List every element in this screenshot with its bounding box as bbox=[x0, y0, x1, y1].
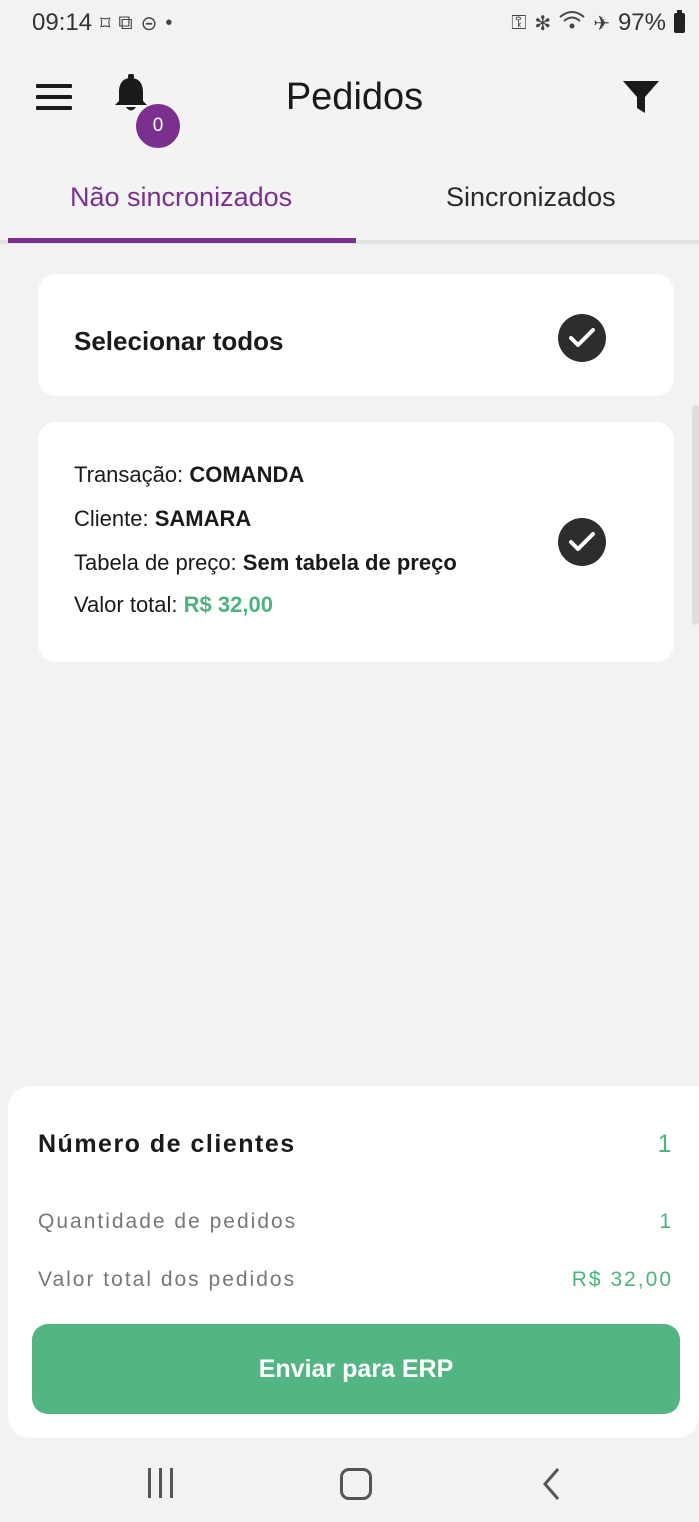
select-all-check-icon[interactable] bbox=[558, 314, 606, 362]
do-not-disturb-icon: ⊝ bbox=[140, 12, 158, 35]
tabs: Não sincronizados Sincronizados bbox=[0, 152, 699, 244]
tabela-label: Tabela de preço: bbox=[74, 550, 243, 575]
clientes-value: 1 bbox=[657, 1130, 673, 1158]
status-bar: 09:14 ⌑ ⧉ ⊝ • ⚿ ✻ ✈ 97% bbox=[0, 0, 699, 46]
pedidos-label: Quantidade de pedidos bbox=[38, 1210, 298, 1233]
bluetooth-icon: ✻ bbox=[534, 12, 552, 35]
select-all-card[interactable]: Selecionar todos bbox=[38, 274, 674, 396]
battery-percent: 97% bbox=[617, 9, 666, 36]
battery-icon bbox=[674, 10, 685, 33]
airplane-icon: ✈ bbox=[593, 12, 610, 35]
valor-total-label: Valor total dos pedidos bbox=[38, 1268, 297, 1291]
order-card[interactable]: Transação: COMANDA Cliente: SAMARA Tabel… bbox=[38, 422, 674, 662]
app-bar: 0 Pedidos bbox=[0, 46, 699, 152]
system-nav-bar bbox=[0, 1438, 699, 1522]
order-transacao: Transação: COMANDA bbox=[74, 462, 304, 488]
cliente-value: SAMARA bbox=[154, 506, 252, 531]
order-tabela: Tabela de preço: Sem tabela de preço bbox=[74, 550, 457, 576]
summary-pedidos-row: Quantidade de pedidos 1 bbox=[38, 1210, 673, 1234]
home-icon[interactable] bbox=[340, 1468, 372, 1500]
summary-valor-row: Valor total dos pedidos R$ 32,00 bbox=[38, 1268, 673, 1292]
filter-icon[interactable] bbox=[622, 80, 660, 116]
back-icon[interactable] bbox=[540, 1466, 564, 1502]
wifi-icon bbox=[559, 10, 585, 36]
pedidos-value: 1 bbox=[659, 1210, 673, 1233]
select-all-label: Selecionar todos bbox=[74, 326, 284, 356]
recents-icon[interactable] bbox=[146, 1468, 178, 1500]
screenshot-icon: ⌑ bbox=[100, 12, 111, 35]
valor-total-value: R$ 32,00 bbox=[571, 1268, 673, 1291]
order-check-icon[interactable] bbox=[558, 518, 606, 566]
valor-value: R$ 32,00 bbox=[183, 592, 273, 617]
tab-indicator bbox=[8, 238, 356, 243]
tab-sincronizados[interactable]: Sincronizados bbox=[446, 182, 616, 213]
cast-icon: ⧉ bbox=[118, 11, 133, 34]
status-left: 09:14 ⌑ ⧉ ⊝ • bbox=[32, 9, 172, 37]
clientes-label: Número de clientes bbox=[38, 1130, 296, 1158]
order-cliente: Cliente: SAMARA bbox=[74, 506, 251, 532]
send-to-erp-button[interactable]: Enviar para ERP bbox=[32, 1324, 680, 1414]
transacao-label: Transação: bbox=[74, 462, 190, 487]
summary-clientes-row: Número de clientes 1 bbox=[38, 1130, 673, 1159]
status-dot: • bbox=[165, 11, 173, 34]
scrollbar[interactable] bbox=[692, 405, 699, 625]
page-title: Pedidos bbox=[285, 76, 424, 118]
status-right: ⚿ ✻ ✈ 97% bbox=[511, 9, 685, 37]
tab-nao-sincronizados[interactable]: Não sincronizados bbox=[70, 182, 292, 213]
order-valor: Valor total: R$ 32,00 bbox=[74, 592, 273, 618]
summary-panel: Número de clientes 1 Quantidade de pedid… bbox=[8, 1086, 699, 1438]
tabela-value: Sem tabela de preço bbox=[242, 550, 457, 575]
vpn-key-icon: ⚿ bbox=[511, 11, 527, 34]
valor-label: Valor total: bbox=[74, 592, 184, 617]
transacao-value: COMANDA bbox=[189, 462, 305, 487]
cliente-label: Cliente: bbox=[74, 506, 155, 531]
status-time: 09:14 bbox=[32, 9, 93, 36]
